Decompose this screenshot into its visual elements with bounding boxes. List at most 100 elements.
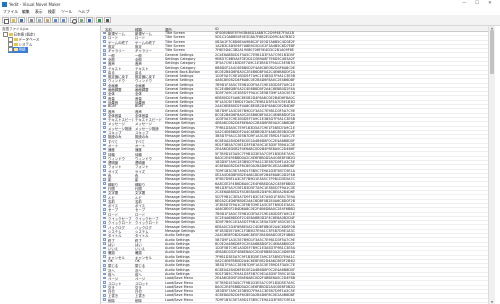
- term-icon: [103, 53, 106, 56]
- language-tree-panel: 言語ファイル(Lo 日本語 (既定) データベース システム 用語: [0, 26, 101, 304]
- term-icon: [103, 31, 106, 35]
- scroll-down-icon[interactable]: ▼: [489, 300, 495, 304]
- term-icon: [103, 173, 106, 177]
- term-icon: [103, 87, 106, 91]
- term-icon: [103, 130, 106, 134]
- search-button[interactable]: [70, 16, 78, 24]
- expander-icon[interactable]: [8, 47, 13, 52]
- term-icon: [103, 96, 106, 99]
- term-icon: [103, 298, 106, 301]
- save-icon: [20, 18, 24, 22]
- term-icon: [103, 220, 106, 224]
- term-icon: [103, 225, 106, 228]
- term-icon: [103, 251, 106, 254]
- term-icon: [103, 246, 106, 250]
- term-icon: [103, 199, 106, 203]
- run-icon: [98, 18, 102, 22]
- folder-icon: [14, 43, 18, 46]
- term-icon: [103, 160, 106, 164]
- term-icon: [103, 195, 106, 198]
- cut-button[interactable]: [28, 16, 35, 23]
- tree-item-label: データベース: [18, 37, 40, 42]
- maximize-button[interactable]: ☐: [475, 1, 479, 6]
- toolbar-separator: [26, 17, 27, 23]
- term-icon: [103, 143, 106, 147]
- copy-icon: [38, 18, 42, 22]
- stop-button[interactable]: [104, 16, 111, 23]
- copy-button[interactable]: [36, 16, 43, 23]
- term-icon: [103, 276, 106, 280]
- new-button[interactable]: [2, 16, 10, 24]
- replace-icon: [80, 18, 84, 22]
- term-icon: [103, 44, 106, 48]
- term-icon: [103, 74, 106, 78]
- term-icon: [103, 259, 106, 263]
- cell-id: 7D9F1B3C5E7A9D1F3B5C7E9A1D3F5B7C9E1A: [215, 297, 295, 302]
- term-icon: [103, 83, 106, 86]
- save-button[interactable]: [18, 16, 25, 23]
- paste-icon: [46, 18, 50, 22]
- term-icon: [103, 285, 106, 289]
- term-icon: [103, 109, 106, 112]
- term-icon: [103, 147, 106, 151]
- open-icon: [12, 18, 16, 22]
- paste-button[interactable]: [44, 16, 51, 23]
- term-icon: [103, 281, 106, 284]
- scroll-thumb[interactable]: [490, 30, 494, 74]
- tree-item-label: 日本語 (既定): [13, 32, 35, 37]
- folder-icon: [14, 38, 18, 41]
- cell-name: 削除: [108, 298, 115, 303]
- folder-icon: [14, 48, 18, 51]
- term-icon: [103, 113, 106, 117]
- term-icon: [103, 79, 106, 82]
- term-icon: [103, 122, 106, 125]
- term-icon: [103, 165, 106, 168]
- term-icon: [103, 104, 106, 108]
- term-icon: [103, 117, 106, 121]
- undo-button[interactable]: [52, 16, 59, 23]
- term-icon: [103, 126, 106, 129]
- term-icon: [103, 242, 106, 246]
- term-icon: [103, 40, 106, 43]
- scroll-up-icon[interactable]: ▲: [489, 26, 495, 30]
- terms-table: 名前 種類 場所 ID 新規ゲーム 新規ゲーム Title Screen 4F0080…: [101, 26, 488, 304]
- open-button[interactable]: [10, 16, 17, 23]
- toolbar-separator: [94, 17, 95, 23]
- table-row[interactable]: 削除 削除 Load/Save Menu 7D9F1B3C5E7A9D1F3B5C7E…: [101, 298, 488, 303]
- term-icon: [103, 229, 106, 233]
- term-icon: [103, 134, 106, 138]
- term-icon: [103, 48, 106, 52]
- tree-item-terms[interactable]: 用語: [8, 47, 28, 53]
- term-icon: [103, 156, 106, 160]
- term-icon: [103, 57, 106, 61]
- term-icon: [103, 255, 106, 258]
- settings-button[interactable]: [86, 16, 93, 23]
- vertical-scrollbar[interactable]: ▲ ▼: [488, 26, 495, 304]
- redo-button[interactable]: [60, 16, 67, 23]
- run-button[interactable]: [96, 16, 103, 23]
- term-icon: [103, 208, 106, 211]
- new-icon: [4, 18, 10, 24]
- term-icon: [103, 216, 106, 220]
- minimize-button[interactable]: —: [462, 1, 467, 6]
- term-icon: [103, 268, 106, 271]
- term-icon: [103, 91, 106, 95]
- term-icon: [103, 233, 106, 237]
- term-icon: [103, 177, 106, 181]
- folder-icon: [9, 33, 13, 36]
- undo-icon: [54, 18, 58, 22]
- replace-button[interactable]: [78, 16, 85, 23]
- term-icon: [103, 100, 106, 104]
- close-button[interactable]: ✕: [488, 1, 492, 6]
- term-icon: [103, 169, 106, 172]
- menu-bar: ファイル 編集 表示 検索 ツール ヘルプ: [0, 8, 500, 15]
- term-icon: [103, 238, 106, 241]
- term-icon: [103, 61, 106, 65]
- toolbar: [0, 15, 500, 26]
- term-icon: [103, 186, 106, 190]
- column-header-id[interactable]: ID: [215, 27, 219, 31]
- settings-icon: [88, 18, 92, 22]
- term-icon: [103, 70, 106, 74]
- term-icon: [103, 272, 106, 276]
- term-icon: [103, 212, 106, 215]
